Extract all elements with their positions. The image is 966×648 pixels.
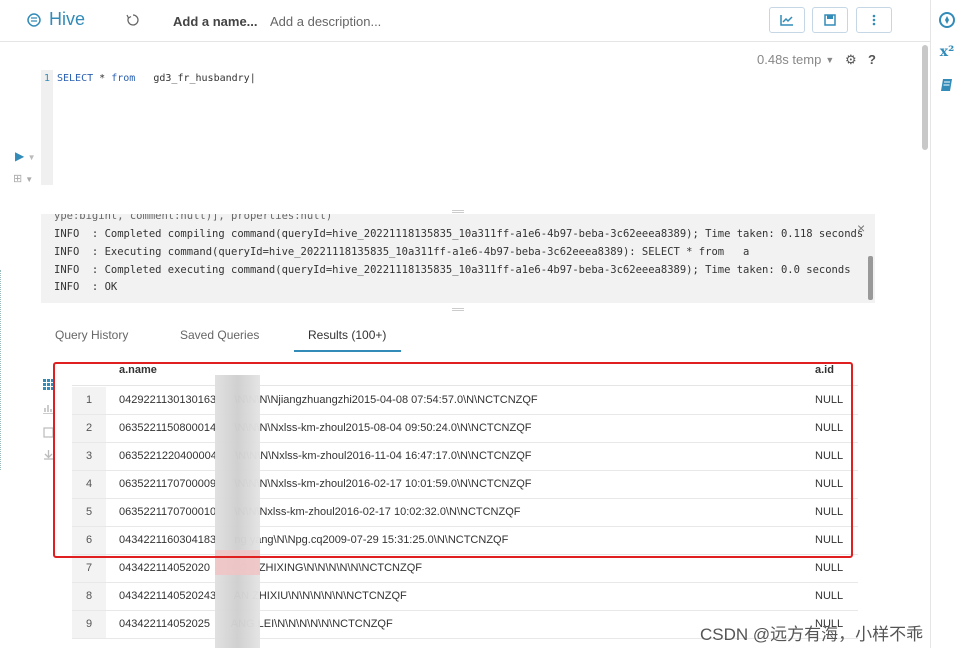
log-line: ype:bigint, comment:null)], properties:n…: [54, 214, 332, 222]
log-line: INFO : OK: [54, 281, 117, 293]
log-line: INFO : Executing command(queryId=hive_20…: [54, 246, 749, 258]
row-number: 9: [72, 611, 106, 638]
more-options-button[interactable]: [856, 7, 892, 33]
compass-icon[interactable]: [938, 11, 956, 29]
cell-id: NULL: [815, 555, 843, 582]
execution-log: ype:bigint, comment:null)], properties:n…: [41, 214, 875, 303]
table-row[interactable]: 7 043422114052020 HOU ZHIXING\N\N\N\N…: [72, 555, 858, 583]
active-tab-indicator: [294, 350, 401, 352]
editor-resize-handle[interactable]: [452, 210, 464, 213]
log-line: INFO : Completed compiling command(query…: [54, 228, 863, 240]
close-log-icon[interactable]: ×: [857, 220, 865, 236]
hive-bee-icon: [25, 11, 43, 29]
text-cursor: |: [250, 73, 256, 84]
code-select-keyword: SELECT: [57, 73, 93, 84]
highlight-box: [53, 362, 853, 558]
settings-gear-icon[interactable]: ⚙: [845, 52, 857, 68]
log-resize-handle[interactable]: [452, 308, 464, 311]
execution-time[interactable]: 0.48s temp ▼: [757, 52, 834, 67]
log-line: INFO : Completed executing command(query…: [54, 264, 851, 276]
history-icon[interactable]: [126, 13, 140, 27]
tab-saved-queries[interactable]: Saved Queries: [180, 328, 259, 342]
chart-icon: [780, 14, 794, 26]
execution-time-label: 0.48s temp: [757, 52, 821, 67]
left-edge-marker: [0, 270, 2, 470]
row-number: 8: [72, 583, 106, 610]
result-tabs: Query History Saved Queries Results (100…: [41, 320, 441, 354]
code-from-keyword: from: [111, 73, 135, 84]
sql-editor[interactable]: SELECT * from gd3_fr_husbandry|: [57, 73, 256, 84]
cell-name: 0434221140520243 AN ZHIXIU\N\N\N\N\…: [119, 583, 407, 610]
help-icon[interactable]: ?: [868, 52, 876, 67]
line-number: 1: [44, 73, 50, 84]
book-icon[interactable]: [938, 76, 956, 94]
cell-id: NULL: [815, 583, 843, 610]
save-button[interactable]: [812, 7, 848, 33]
app-name: Hive: [49, 9, 85, 30]
save-icon: [824, 14, 836, 26]
functions-icon[interactable]: x²: [938, 44, 956, 62]
right-assist-rail: [930, 0, 966, 648]
log-scrollbar[interactable]: [868, 256, 873, 300]
cell-name: 043422114052020 HOU ZHIXING\N\N\N\N…: [119, 555, 422, 582]
watermark: CSDN @远方有海，小样不乖: [700, 620, 923, 645]
format-icon[interactable]: ⊞ ▼: [13, 172, 39, 186]
caret-down-icon: ▼: [825, 55, 834, 65]
hive-logo[interactable]: Hive: [25, 9, 85, 30]
page-scrollbar[interactable]: [922, 45, 928, 150]
execute-play-icon[interactable]: ▶ ▼: [15, 149, 35, 163]
chart-button[interactable]: [769, 7, 805, 33]
editor-gutter: [41, 70, 53, 185]
query-name-input[interactable]: Add a name...: [173, 14, 258, 29]
code-table-name: gd3_fr_husbandry: [153, 73, 249, 84]
table-row[interactable]: 8 0434221140520243 AN ZHIXIU\N\N\N\N…: [72, 583, 858, 611]
top-bar: Hive Add a name... Add a description...: [0, 0, 930, 42]
tab-query-history[interactable]: Query History: [55, 328, 128, 342]
vertical-dots-icon: [872, 14, 876, 26]
tab-results[interactable]: Results (100+): [308, 328, 386, 342]
query-description-input[interactable]: Add a description...: [270, 14, 381, 29]
code-star: *: [99, 73, 105, 84]
row-number: 7: [72, 555, 106, 582]
